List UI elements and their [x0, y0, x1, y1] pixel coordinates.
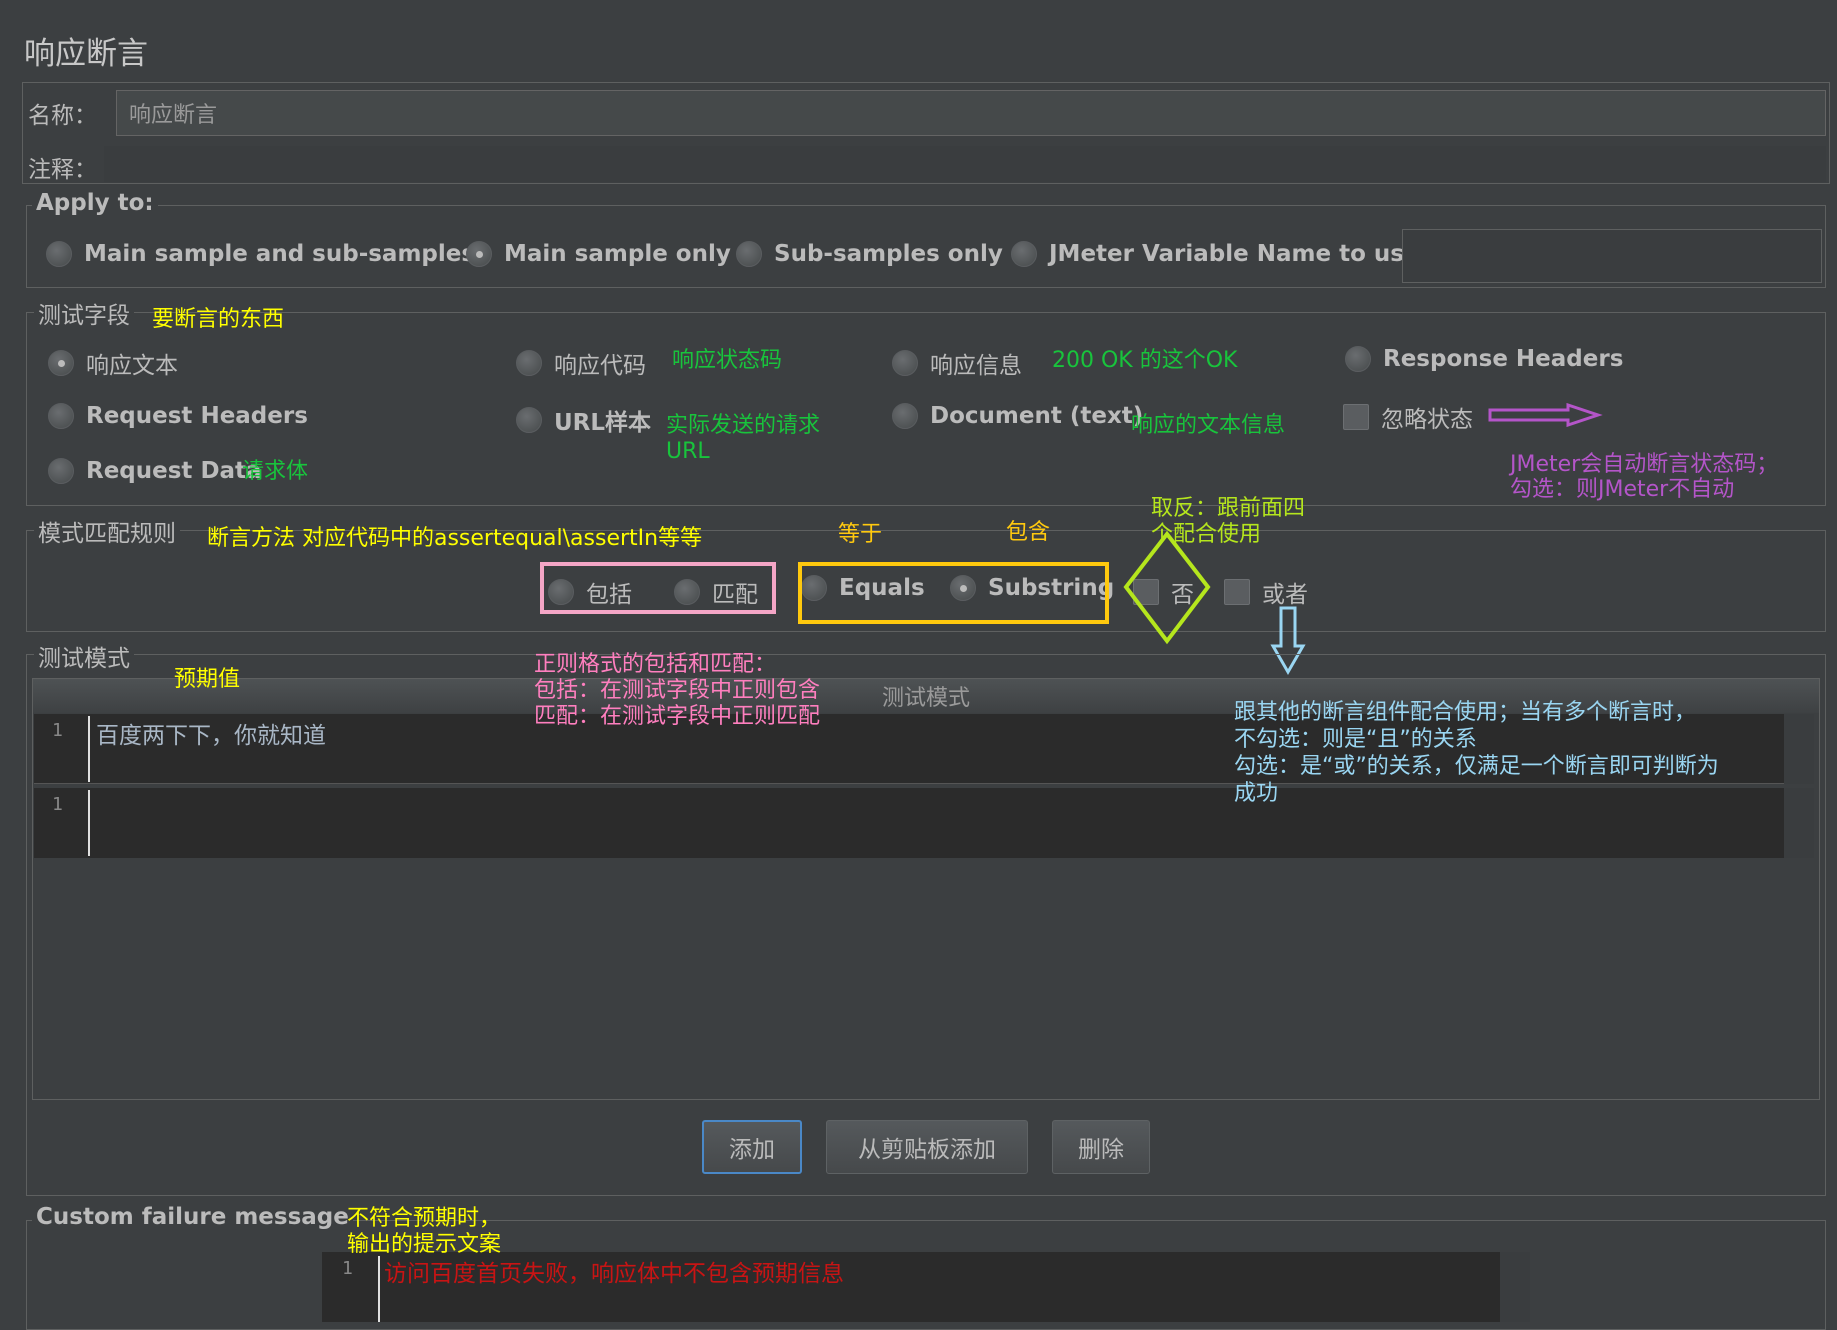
failure-message-legend: Custom failure message	[32, 1204, 353, 1230]
note-expected: 预期值	[174, 667, 241, 692]
line-number: 1	[52, 794, 63, 815]
note-negate-line1: 取反：跟前面四	[1151, 496, 1306, 521]
radio-circle	[516, 350, 542, 376]
note-equals: 等于	[838, 522, 883, 547]
option-label: Main sample only	[504, 241, 731, 267]
note-regex-line3: 匹配：在测试字段中正则匹配	[534, 704, 821, 729]
radio-response-text[interactable]: 响应文本	[48, 346, 178, 380]
radio-circle	[892, 403, 918, 429]
test-patterns-legend: 测试模式	[34, 639, 134, 673]
option-label: Request Headers	[86, 403, 308, 429]
line-number: 1	[52, 720, 63, 741]
radio-document-text[interactable]: Document (text)	[892, 403, 1143, 429]
column-header-label: 测试模式	[881, 686, 970, 711]
note-failure-line2: 输出的提示文案	[347, 1232, 502, 1257]
delete-button[interactable]: 删除	[1052, 1120, 1150, 1174]
note-ignore-status-line2: 勾选：则JMeter不自动	[1510, 477, 1735, 502]
note-substring: 包含	[1006, 520, 1051, 545]
option-label: JMeter Variable Name to use	[1049, 241, 1420, 267]
note-request-data: 请求体	[242, 459, 309, 484]
note-what-to-assert: 要断言的东西	[152, 307, 285, 332]
radio-main-and-sub[interactable]: Main sample and sub-samples	[46, 241, 475, 267]
option-label: Main sample and sub-samples	[84, 241, 476, 267]
option-label: Document (text)	[930, 403, 1144, 429]
row-2-scrollbar[interactable]	[1784, 788, 1814, 858]
failure-message-text: 访问百度首页失败，响应体中不包含预期信息	[384, 1261, 844, 1287]
option-label: 或者	[1262, 582, 1308, 608]
option-label: 响应代码	[554, 353, 646, 379]
checkbox-or[interactable]: 或者	[1224, 575, 1308, 609]
radio-circle-selected	[48, 350, 74, 376]
right-arrow-icon	[1488, 403, 1603, 427]
note-or-line1: 跟其他的断言组件配合使用；当有多个断言时，	[1234, 700, 1697, 725]
note-url-line1: 实际发送的请求	[666, 413, 821, 438]
comment-input[interactable]	[104, 146, 1826, 182]
radio-request-headers[interactable]: Request Headers	[48, 403, 308, 429]
add-button[interactable]: 添加	[702, 1120, 802, 1174]
panel-title: 响应断言	[24, 36, 148, 72]
pattern-row-2[interactable]: 1	[34, 788, 1784, 858]
option-label: Response Headers	[1383, 346, 1624, 372]
failure-scrollbar[interactable]	[1500, 1252, 1530, 1322]
radio-main-only[interactable]: Main sample only	[466, 241, 731, 267]
radio-response-code[interactable]: 响应代码	[516, 346, 646, 380]
radio-url-sample[interactable]: URL样本	[516, 403, 651, 437]
radio-circle	[516, 407, 542, 433]
radio-circle	[1011, 241, 1037, 267]
radio-circle	[736, 241, 762, 267]
jmeter-variable-input[interactable]	[1402, 229, 1822, 283]
radio-sub-only[interactable]: Sub-samples only	[736, 241, 1003, 267]
name-value: 响应断言	[129, 103, 218, 128]
radio-response-headers[interactable]: Response Headers	[1345, 346, 1623, 372]
note-or-line2: 不勾选：则是“且”的关系	[1234, 727, 1477, 752]
note-url-line2: URL	[666, 439, 710, 464]
name-input[interactable]: 响应断言	[116, 90, 1826, 136]
checkbox-box	[1224, 579, 1250, 605]
checkbox-ignore-status[interactable]: 忽略状态	[1343, 400, 1473, 434]
note-assert-method: 断言方法 对应代码中的assertequal\assertIn等等	[207, 526, 703, 551]
apply-to-legend: Apply to:	[32, 190, 158, 216]
name-label: 名称：	[28, 103, 97, 129]
radio-circle	[48, 403, 74, 429]
note-regex-line2: 包括：在测试字段中正则包含	[534, 678, 821, 703]
pattern-text: 百度两下下，你就知道	[96, 723, 326, 749]
row-1-scrollbar[interactable]	[1784, 714, 1814, 784]
radio-circle	[1345, 346, 1371, 372]
note-or-line4: 成功	[1234, 781, 1279, 806]
checkbox-box	[1343, 404, 1369, 430]
add-from-clipboard-button[interactable]: 从剪贴板添加	[826, 1120, 1028, 1174]
radio-response-message[interactable]: 响应信息	[892, 346, 1022, 380]
option-label: 响应信息	[930, 353, 1022, 379]
note-response-code: 响应状态码	[672, 348, 783, 373]
gutter-divider	[88, 790, 90, 856]
gutter-divider	[88, 716, 90, 782]
note-document-text: 响应的文本信息	[1131, 413, 1286, 438]
test-field-legend: 测试字段	[34, 296, 134, 330]
annotation-box-regex	[540, 562, 776, 614]
option-label: 响应文本	[86, 353, 178, 379]
line-number: 1	[342, 1258, 353, 1279]
radio-circle	[46, 241, 72, 267]
radio-circle	[48, 458, 74, 484]
comment-label: 注释：	[28, 157, 97, 183]
radio-circle	[892, 350, 918, 376]
option-label: Request Data	[86, 458, 262, 484]
radio-request-data[interactable]: Request Data	[48, 458, 262, 484]
option-label: URL样本	[554, 410, 652, 436]
radio-jmeter-variable[interactable]: JMeter Variable Name to use	[1011, 241, 1420, 267]
pattern-rules-legend: 模式匹配规则	[34, 514, 180, 548]
note-or-line3: 勾选：是“或”的关系，仅满足一个断言即可判断为	[1234, 754, 1719, 779]
note-failure-line1: 不符合预期时，	[347, 1206, 502, 1231]
option-label: Sub-samples only	[774, 241, 1003, 267]
option-label: 忽略状态	[1381, 407, 1473, 433]
note-response-message: 200 OK 的这个OK	[1052, 348, 1238, 373]
note-negate-line2: 个配合使用	[1151, 522, 1262, 547]
note-regex-line1: 正则格式的包括和匹配：	[534, 652, 777, 677]
radio-circle-selected	[466, 241, 492, 267]
failure-message-editor[interactable]: 1 访问百度首页失败，响应体中不包含预期信息	[322, 1252, 1500, 1322]
note-ignore-status-line1: JMeter会自动断言状态码；	[1510, 452, 1779, 477]
gutter-divider	[378, 1256, 380, 1322]
annotation-box-string	[798, 562, 1109, 624]
